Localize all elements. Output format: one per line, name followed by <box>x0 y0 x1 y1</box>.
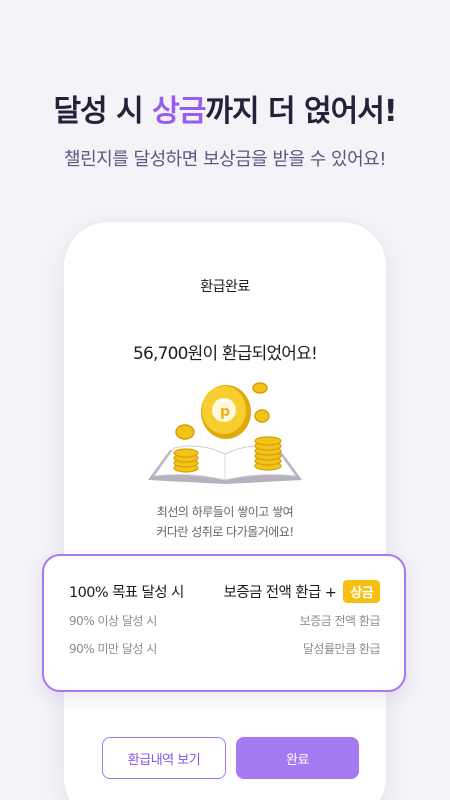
reward-row: 90% 이상 달성 시 보증금 전액 환급 <box>69 612 381 629</box>
page-title: 환급완료 <box>200 279 250 295</box>
reward-condition: 90% 이상 달성 시 <box>69 614 157 628</box>
prize-badge: 상금 <box>343 580 380 603</box>
svg-text:p: p <box>220 404 230 420</box>
caption-line-1: 최선의 하루들이 쌓이고 쌓여 <box>156 505 294 519</box>
reward-condition: 90% 미만 달성 시 <box>69 642 157 656</box>
book-coins-icon: p <box>148 382 302 484</box>
caption-line-2: 커다란 성취로 다가올거에요! <box>156 525 294 539</box>
done-button[interactable]: 완료 <box>236 737 359 779</box>
headline-pre: 달성 시 <box>53 94 153 129</box>
reward-row: 90% 미만 달성 시 달성률만큼 환급 <box>69 640 381 657</box>
refund-message: 56,700원이 환급되었어요! <box>132 344 318 364</box>
caption: 최선의 하루들이 쌓이고 쌓여 커다란 성취로 다가올거에요! <box>64 502 386 542</box>
reward-text: 보증금 전액 환급 + <box>223 585 341 601</box>
headline-accent: 상금 <box>152 94 206 129</box>
reward-value: 보증금 전액 환급 <box>299 614 381 628</box>
reward-card: 100% 목표 달성 시 보증금 전액 환급 + 상금 90% 이상 달성 시 … <box>42 554 406 692</box>
reward-value: 달성률만큼 환급 <box>302 642 381 656</box>
refund-history-button[interactable]: 환급내역 보기 <box>102 737 226 779</box>
promo-headline: 달성 시 상금까지 더 얹어서! <box>0 86 450 130</box>
reward-condition: 100% 목표 달성 시 <box>69 585 184 601</box>
reward-row: 100% 목표 달성 시 보증금 전액 환급 + 상금 <box>69 580 380 603</box>
headline-post: 까지 더 얹어서! <box>205 94 397 129</box>
reward-value: 보증금 전액 환급 + 상금 <box>223 580 380 603</box>
promo-subheadline: 챌린지를 달성하면 보상금을 받을 수 있어요! <box>64 149 386 170</box>
